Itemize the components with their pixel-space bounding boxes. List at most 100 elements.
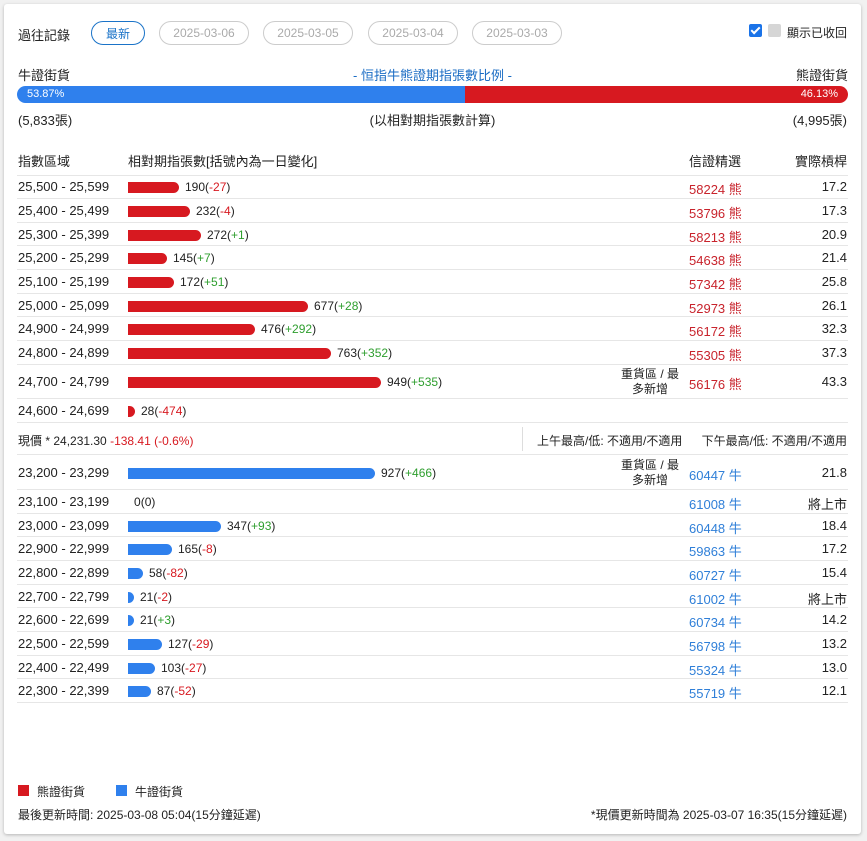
paren: ) xyxy=(209,637,214,651)
row-code-link[interactable]: 58213 熊 xyxy=(689,227,742,246)
spot-label: 現價 * xyxy=(18,434,54,448)
legend-bear-label: 熊證街貨 xyxy=(37,785,86,799)
last-updated: 最後更新時間: 2025-03-08 05:04(15分鐘延遲) xyxy=(18,808,261,822)
row-value-number: 28 xyxy=(141,404,155,418)
row-bar xyxy=(128,277,174,288)
divider xyxy=(17,702,848,703)
table-row: 25,500 - 25,599 190(-27) 58224 熊 17.2 xyxy=(4,175,861,199)
row-note: 重貨區 / 最多新增 xyxy=(620,458,679,487)
row-bar xyxy=(128,592,134,603)
table-row: 22,800 - 22,899 58(-82) 60727 牛 15.4 xyxy=(4,561,861,585)
paren: ) xyxy=(358,299,363,313)
history-tab-2[interactable]: 2025-03-05 xyxy=(263,21,353,45)
row-bar xyxy=(128,686,151,697)
row-range: 25,100 - 25,199 xyxy=(18,274,110,289)
row-range: 22,900 - 22,999 xyxy=(18,541,110,556)
row-code-link[interactable]: 55305 熊 xyxy=(689,345,742,364)
row-value: 347(+93) xyxy=(227,519,275,533)
row-note: 重貨區 / 最多新增 xyxy=(620,367,679,396)
row-value-number: 0 xyxy=(134,495,141,509)
table-row: 24,900 - 24,999 476(+292) 56172 熊 32.3 xyxy=(4,317,861,341)
row-code-link[interactable]: 56798 牛 xyxy=(689,636,742,655)
table-row: 22,700 - 22,799 21(-2) 61002 牛 將上市 xyxy=(4,585,861,608)
row-leverage: 32.3 xyxy=(821,321,847,336)
checkbox-checked[interactable] xyxy=(749,24,762,37)
row-range: 23,100 - 23,199 xyxy=(18,494,110,509)
row-code-link[interactable]: 57342 熊 xyxy=(689,274,742,293)
row-code-link[interactable]: 56172 熊 xyxy=(689,321,742,340)
row-value: 58(-82) xyxy=(149,566,188,580)
row-leverage: 21.8 xyxy=(821,465,847,480)
paren: ) xyxy=(183,566,188,580)
row-leverage: 13.0 xyxy=(821,660,847,675)
row-code-link[interactable]: 55719 牛 xyxy=(689,683,742,702)
row-leverage: 37.3 xyxy=(821,345,847,360)
row-bar xyxy=(128,663,155,674)
row-leverage: 26.1 xyxy=(821,298,847,313)
row-value: 21(-2) xyxy=(140,590,172,604)
row-change: -8 xyxy=(202,542,213,556)
table-row: 24,800 - 24,899 763(+352) 55305 熊 37.3 xyxy=(4,341,861,365)
paren: ) xyxy=(438,375,443,389)
row-code-link[interactable]: 56176 熊 xyxy=(689,374,742,393)
row-value: 172(+51) xyxy=(180,275,228,289)
row-change: +1 xyxy=(231,228,245,242)
row-value: 232(-4) xyxy=(196,204,235,218)
row-leverage: 20.9 xyxy=(821,227,847,242)
checkbox-unchecked[interactable] xyxy=(768,24,781,37)
row-leverage: 15.4 xyxy=(821,565,847,580)
row-value-number: 476 xyxy=(261,322,282,336)
show-recalled-label: 顯示已收回 xyxy=(787,26,848,40)
row-code-link[interactable]: 55324 牛 xyxy=(689,660,742,679)
history-tab-0[interactable]: 最新 xyxy=(91,21,145,45)
am-high-low: 上午最高/低: 不適用/不適用 xyxy=(537,434,683,448)
spot-value: 24,231.30 xyxy=(53,434,107,448)
history-tab-3[interactable]: 2025-03-04 xyxy=(368,21,458,45)
table-row: 24,700 - 24,799 949(+535) 重貨區 / 最多新增 56176 … xyxy=(4,365,861,399)
row-code-link[interactable]: 61008 牛 xyxy=(689,494,742,513)
bull-bear-card: 過往記錄 最新 2025-03-06 2025-03-05 2025-03-04 202… xyxy=(4,4,861,834)
row-code-link[interactable]: 60447 牛 xyxy=(689,465,742,484)
row-range: 24,800 - 24,899 xyxy=(18,345,110,360)
history-tab-1[interactable]: 2025-03-06 xyxy=(159,21,249,45)
row-code-link[interactable]: 60727 牛 xyxy=(689,565,742,584)
row-code-link[interactable]: 61002 牛 xyxy=(689,589,742,608)
table-row: 22,600 - 22,699 21(+3) 60734 牛 14.2 xyxy=(4,608,861,632)
row-range: 22,600 - 22,699 xyxy=(18,612,110,627)
row-change: +93 xyxy=(251,519,272,533)
row-code-link[interactable]: 52973 熊 xyxy=(689,298,742,317)
table-row: 23,200 - 23,299 927(+466) 重貨區 / 最多新增 60447 … xyxy=(4,455,861,490)
row-range: 25,500 - 25,599 xyxy=(18,179,110,194)
row-value-number: 21 xyxy=(140,590,154,604)
row-change: +352 xyxy=(361,346,389,360)
row-code-link[interactable]: 59863 牛 xyxy=(689,541,742,560)
row-range: 25,400 - 25,499 xyxy=(18,203,110,218)
row-value-number: 21 xyxy=(140,613,154,627)
row-code-link[interactable]: 60734 牛 xyxy=(689,612,742,631)
row-value-number: 272 xyxy=(207,228,228,242)
row-value: 87(-52) xyxy=(157,684,196,698)
row-change: +466 xyxy=(405,466,433,480)
row-value: 28(-474) xyxy=(141,404,186,418)
row-range: 23,000 - 23,099 xyxy=(18,518,110,533)
row-change: -82 xyxy=(166,566,184,580)
paren: ) xyxy=(151,495,156,509)
paren: ) xyxy=(224,275,229,289)
row-bar xyxy=(128,568,143,579)
history-tab-4[interactable]: 2025-03-03 xyxy=(472,21,562,45)
row-code-link[interactable]: 60448 牛 xyxy=(689,518,742,537)
row-code-link[interactable]: 54638 熊 xyxy=(689,250,742,269)
row-code-link[interactable]: 53796 熊 xyxy=(689,203,742,222)
table-row: 25,000 - 25,099 677(+28) 52973 熊 26.1 xyxy=(4,294,861,317)
header-contracts: 相對期指張數[括號內為一日變化] xyxy=(128,154,318,169)
row-value: 165(-8) xyxy=(178,542,217,556)
header-code: 信證精選 xyxy=(689,154,742,169)
table-row: 22,900 - 22,999 165(-8) 59863 牛 17.2 xyxy=(4,537,861,561)
paren: ) xyxy=(210,251,215,265)
row-value-number: 87 xyxy=(157,684,171,698)
row-change: -4 xyxy=(220,204,231,218)
row-bar xyxy=(128,324,255,335)
row-value-number: 927 xyxy=(381,466,402,480)
row-code-link[interactable]: 58224 熊 xyxy=(689,179,742,198)
row-leverage: 17.2 xyxy=(821,541,847,556)
